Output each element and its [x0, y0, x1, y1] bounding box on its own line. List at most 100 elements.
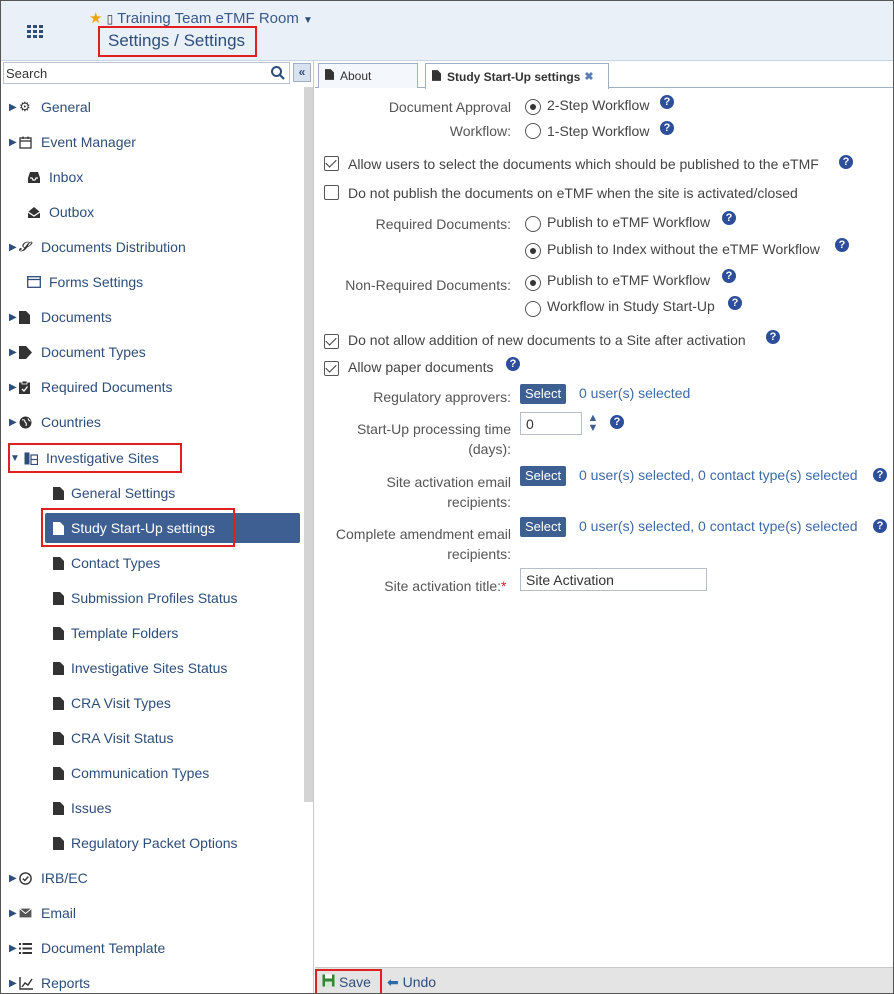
approval-1step-radio[interactable]	[525, 123, 541, 139]
collapse-sidebar-icon[interactable]: «	[293, 63, 311, 82]
expand-arrow-icon[interactable]: ▶	[1, 382, 19, 393]
allow-select-docs-checkbox[interactable]	[324, 156, 339, 171]
expand-arrow-icon[interactable]: ▶	[1, 242, 19, 253]
sidebar-subitem-label: Investigative Sites Status	[71, 660, 228, 676]
sidebar-subitem-communication-types[interactable]: Communication Types	[1, 758, 301, 788]
nonrequired-workflow-startup-radio[interactable]	[525, 301, 541, 317]
help-icon[interactable]: ?	[660, 95, 674, 109]
sidebar-subitem-investigative-sites-status[interactable]: Investigative Sites Status	[1, 653, 301, 683]
help-icon[interactable]: ?	[722, 269, 736, 283]
sidebar-subitem-cra-visit-status[interactable]: CRA Visit Status	[1, 723, 301, 753]
expand-arrow-icon[interactable]: ▶	[1, 312, 19, 323]
sidebar-item-document-template[interactable]: ▶ Document Template	[1, 933, 301, 963]
apps-grid-icon[interactable]	[25, 21, 45, 41]
sidebar-item-label: Email	[41, 905, 77, 921]
sidebar-item-outbox[interactable]: Outbox	[1, 197, 301, 227]
app-window: ★ ▯ Training Team eTMF Room ▼ Settings /…	[0, 0, 894, 994]
expand-arrow-icon[interactable]: ▶	[1, 137, 19, 148]
required-publish-etmf-radio[interactable]	[525, 216, 541, 232]
undo-label: Undo	[402, 974, 437, 990]
tab-study-startup-settings[interactable]: Study Start-Up settings ✖	[425, 63, 609, 89]
chart-icon	[19, 976, 41, 990]
sidebar-item-documents-distribution[interactable]: ▶ 𝒮 Documents Distribution	[1, 232, 301, 262]
help-icon[interactable]: ?	[839, 155, 853, 169]
sidebar-item-irb-ec[interactable]: ▶ IRB/EC	[1, 863, 301, 893]
expand-arrow-icon[interactable]: ▶	[1, 347, 19, 358]
room-selector[interactable]: ★ ▯ Training Team eTMF Room ▼	[89, 9, 313, 27]
sidebar-subitem-submission-profiles-status[interactable]: Submission Profiles Status	[1, 583, 301, 613]
tab-about[interactable]: About	[318, 63, 418, 88]
sidebar-subitem-contact-types[interactable]: Contact Types	[1, 548, 301, 578]
undo-button[interactable]: ⬅ Undo	[387, 974, 436, 991]
activation-email-select-button[interactable]: Select	[520, 466, 567, 486]
approval-2step-radio[interactable]	[525, 99, 541, 115]
help-icon[interactable]: ?	[610, 415, 624, 429]
help-icon[interactable]: ?	[873, 519, 887, 533]
expand-arrow-icon[interactable]: ▶	[1, 417, 19, 428]
sidebar-item-forms-settings[interactable]: Forms Settings	[1, 267, 301, 297]
sidebar-subitem-general-settings[interactable]: General Settings	[1, 478, 301, 508]
help-icon[interactable]: ?	[660, 121, 674, 135]
sidebar-item-label: Inbox	[49, 169, 84, 185]
required-publish-index-radio[interactable]	[525, 243, 541, 259]
sidebar-item-inbox[interactable]: Inbox	[1, 162, 301, 192]
nonrequired-publish-etmf-label: Publish to eTMF Workflow	[547, 272, 711, 288]
save-label: Save	[339, 974, 371, 990]
sidebar-subitem-issues[interactable]: Issues	[1, 793, 301, 823]
help-icon[interactable]: ?	[728, 296, 742, 310]
sidebar-subitem-template-folders[interactable]: Template Folders	[1, 618, 301, 648]
document-icon	[53, 801, 71, 815]
sidebar-item-general[interactable]: ▶ ⚙ General	[1, 92, 301, 122]
no-addition-checkbox[interactable]	[324, 334, 339, 349]
sidebar-item-required-documents[interactable]: ▶ Required Documents	[1, 372, 301, 402]
sidebar-item-event-manager[interactable]: ▶ Event Manager	[1, 127, 301, 157]
sidebar-item-investigative-sites[interactable]: ▼ Investigative Sites	[8, 443, 182, 473]
expand-arrow-icon[interactable]: ▶	[1, 978, 19, 989]
favorite-star-icon[interactable]: ★	[89, 10, 102, 27]
sidebar-scrollbar[interactable]	[304, 87, 313, 802]
list-icon	[19, 942, 41, 954]
nonrequired-publish-etmf-radio[interactable]	[525, 275, 541, 291]
activation-title-label: Site activation title:	[384, 578, 501, 594]
collapse-arrow-icon[interactable]: ▼	[10, 453, 24, 464]
expand-arrow-icon[interactable]: ▶	[1, 943, 19, 954]
outbox-icon	[27, 206, 49, 219]
regulatory-approvers-select-button[interactable]: Select	[520, 384, 567, 404]
help-icon[interactable]: ?	[835, 238, 849, 252]
sidebar-subitem-study-startup-settings[interactable]: Study Start-Up settings	[45, 513, 300, 543]
expand-arrow-icon[interactable]: ▶	[1, 102, 19, 113]
spinner-icon[interactable]: ▲ ▼	[585, 413, 601, 434]
sidebar-item-reports[interactable]: ▶ Reports	[1, 968, 301, 993]
approval-2step-label: 2-Step Workflow	[547, 97, 650, 113]
close-tab-icon[interactable]: ✖	[584, 70, 593, 83]
processing-time-input[interactable]	[520, 412, 582, 435]
help-icon[interactable]: ?	[722, 211, 736, 225]
sidebar-item-email[interactable]: ▶ Email	[1, 898, 301, 928]
search-input[interactable]	[6, 65, 268, 81]
document-icon	[53, 626, 71, 640]
expand-arrow-icon[interactable]: ▶	[1, 873, 19, 884]
help-icon[interactable]: ?	[766, 330, 780, 344]
save-button[interactable]: Save	[315, 969, 382, 993]
sidebar-subitem-cra-visit-types[interactable]: CRA Visit Types	[1, 688, 301, 718]
sidebar-subitem-label: General Settings	[71, 485, 176, 501]
allow-paper-checkbox[interactable]	[324, 361, 339, 376]
sidebar-subitem-regulatory-packet-options[interactable]: Regulatory Packet Options	[1, 828, 301, 858]
amendment-email-select-button[interactable]: Select	[520, 517, 567, 537]
help-icon[interactable]: ?	[873, 468, 887, 482]
help-icon[interactable]: ?	[506, 357, 520, 371]
sidebar-item-countries[interactable]: ▶ Countries	[1, 407, 301, 437]
activation-title-input[interactable]	[520, 568, 707, 591]
sites-icon	[24, 452, 46, 465]
globe-icon	[19, 416, 41, 429]
tab-label: About	[340, 69, 372, 83]
tab-bar: About Study Start-Up settings ✖	[315, 61, 893, 89]
do-not-publish-checkbox[interactable]	[324, 185, 339, 200]
clipboard-icon	[19, 380, 41, 394]
nonrequired-workflow-startup-label: Workflow in Study Start-Up	[547, 298, 715, 314]
sidebar-item-documents[interactable]: ▶ Documents	[1, 302, 301, 332]
sidebar-item-document-types[interactable]: ▶ Document Types	[1, 337, 301, 367]
search-icon[interactable]	[269, 64, 287, 82]
sidebar-item-label: Investigative Sites	[46, 450, 159, 466]
expand-arrow-icon[interactable]: ▶	[1, 908, 19, 919]
